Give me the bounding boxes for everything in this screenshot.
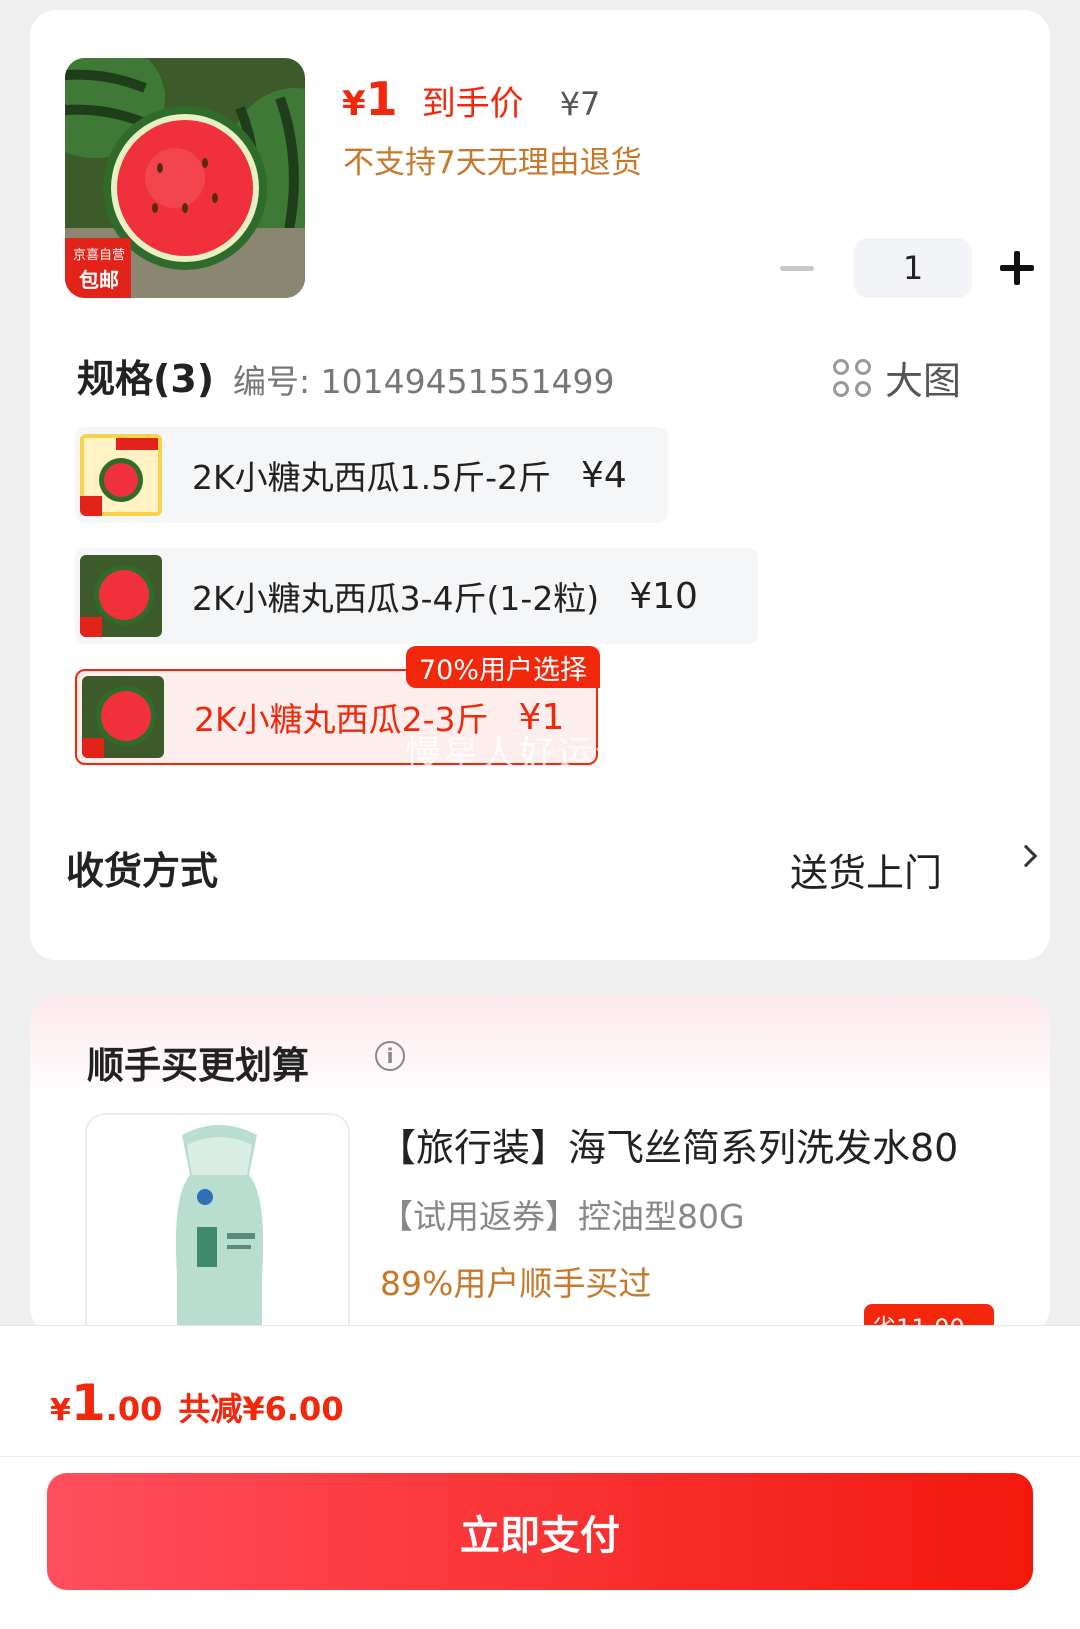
- spec-option-label: 2K小糖丸西瓜1.5斤-2斤: [192, 458, 552, 497]
- pay-now-button[interactable]: 立即支付: [47, 1473, 1033, 1590]
- decrease-button[interactable]: [780, 265, 814, 271]
- spec-option-2[interactable]: 2K小糖丸西瓜3-4斤(1-2粒) ¥10: [75, 548, 758, 644]
- divider: [0, 1456, 1080, 1457]
- bigview-button[interactable]: 大图: [833, 350, 961, 405]
- spec-option-thumb: [80, 434, 162, 516]
- addon-product-name[interactable]: 【旅行装】海飞丝简系列洗发水80: [378, 1117, 958, 1172]
- addon-purchase-stat: 89%用户顺手买过: [380, 1264, 652, 1303]
- product-card: 京喜自营 包邮 ¥ 1 到手价 ¥7 不支持7天无理由退货 1 规格(3) 编号…: [30, 10, 1050, 960]
- total-saving: 共减¥6.00: [178, 1390, 344, 1428]
- product-image[interactable]: 京喜自营 包邮: [65, 58, 305, 298]
- original-price: ¥7: [559, 85, 601, 123]
- spec-option-1[interactable]: 2K小糖丸西瓜1.5斤-2斤 ¥4: [75, 427, 668, 523]
- addon-title: 顺手买更划算: [87, 1044, 309, 1087]
- increase-button[interactable]: [1000, 251, 1034, 285]
- spec-option-price: ¥10: [629, 575, 698, 617]
- info-icon[interactable]: i: [375, 1041, 405, 1071]
- popular-choice-badge: 70%用户选择: [406, 646, 600, 688]
- total-integer: 1: [70, 1374, 106, 1432]
- final-price-label: 到手价: [421, 84, 524, 124]
- product-code: 编号: 10149451551499: [233, 362, 615, 401]
- spec-title: 规格(3): [77, 357, 215, 401]
- shipping-method[interactable]: 送货上门: [790, 842, 942, 897]
- price-symbol: ¥: [342, 84, 366, 124]
- checkout-footer: ¥ 1 .00 共减¥6.00 立即支付: [0, 1325, 1080, 1629]
- addon-product-spec: 【试用返券】控油型80G: [380, 1197, 745, 1236]
- quantity-input[interactable]: 1: [854, 238, 972, 298]
- spec-option-label: 2K小糖丸西瓜3-4斤(1-2粒): [192, 579, 600, 618]
- free-shipping-badge: 包邮: [79, 268, 119, 292]
- chevron-right-icon[interactable]: [1014, 844, 1038, 868]
- final-price: 1: [365, 72, 398, 126]
- total-decimal: .00: [105, 1390, 163, 1428]
- spec-option-thumb: [80, 555, 162, 637]
- jd-self-badge: 京喜自营: [72, 248, 125, 263]
- grid-icon: [833, 358, 871, 397]
- watermark: 慢星人好运连: [405, 734, 634, 775]
- total-price: ¥ 1 .00 共减¥6.00: [50, 1374, 344, 1432]
- quantity-stepper: 1: [780, 238, 1034, 298]
- total-symbol: ¥: [50, 1393, 71, 1428]
- spec-option-price: ¥4: [581, 454, 627, 496]
- addon-card: 顺手买更划算 i 【旅行装】海飞丝简系列洗发水80 【试用返券】控油型80G 8…: [30, 995, 1050, 1373]
- price-row: ¥ 1 到手价 ¥7: [342, 72, 600, 126]
- shipping-label: 收货方式: [66, 849, 219, 893]
- return-policy: 不支持7天无理由退货: [343, 145, 642, 181]
- bigview-label: 大图: [885, 359, 962, 403]
- spec-option-thumb: [82, 676, 164, 758]
